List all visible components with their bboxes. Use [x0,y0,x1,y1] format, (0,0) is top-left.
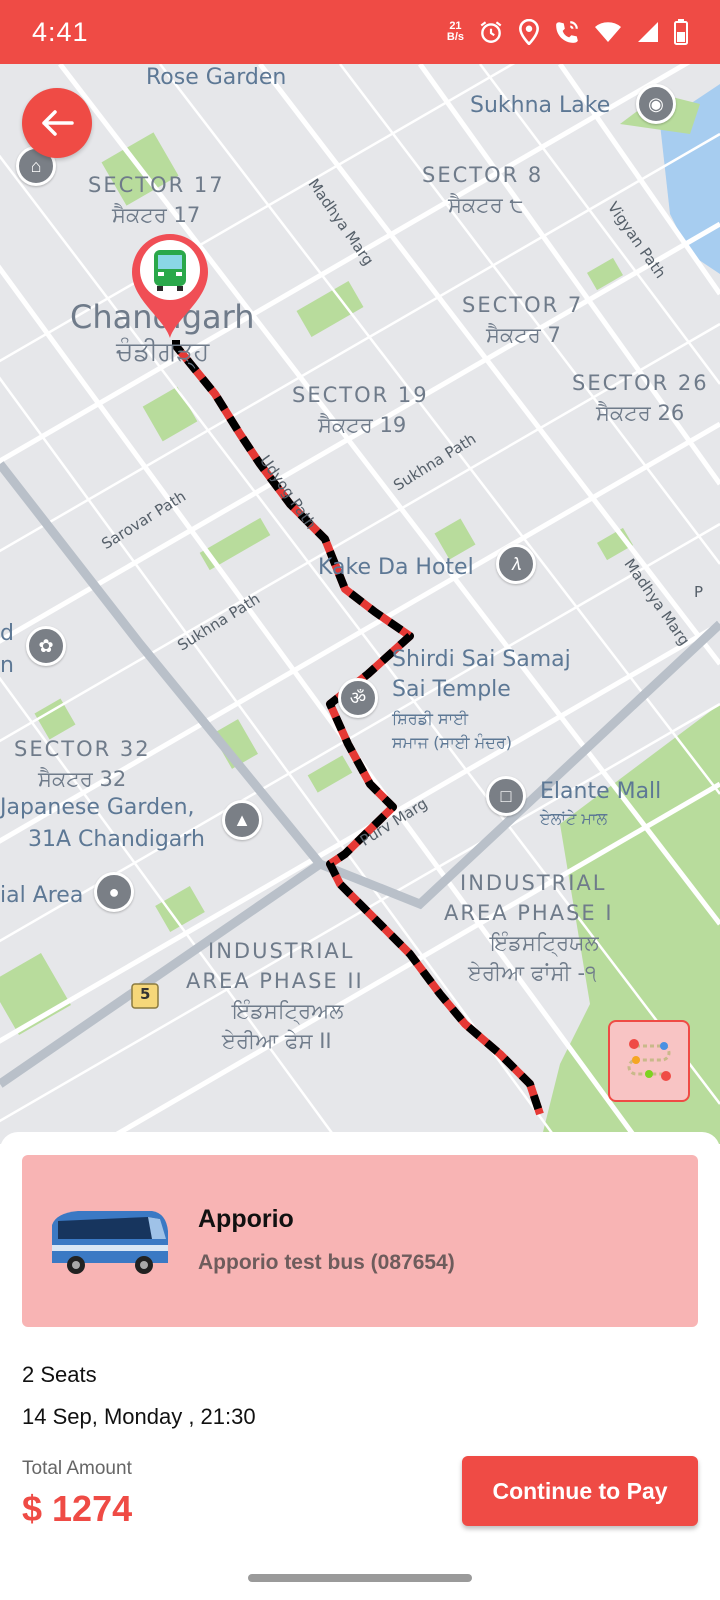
flower-icon: ✿ [26,626,66,666]
trip-datetime: 14 Sep, Monday , 21:30 [22,1404,256,1429]
alarm-icon [480,21,502,43]
map-label-d: d [0,621,14,646]
map-label-industrial-2-pa2: ਏਰੀਆ ਫੇਸ II [222,1029,332,1053]
bus-name: Apporio test bus (087654) [198,1251,455,1274]
net-speed: 21 B/s [447,21,464,43]
booking-summary-sheet: Apporio Apporio test bus (087654) 2 Seat… [0,1132,720,1554]
tree-icon: ▲ [222,800,262,840]
signal-icon [638,22,658,42]
home-indicator[interactable] [248,1574,472,1582]
restaurant-icon: 𝜆 [496,544,536,584]
arrow-left-icon [42,110,74,136]
map-label-sector-17-pa: ਸੈਕਟਰ 17 [112,203,201,227]
shopping-bag-icon: □ [486,776,526,816]
map-label-shirdi-sai-samaj: Shirdi Sai Samaj [392,647,571,672]
temple-icon: ॐ [338,678,378,718]
map-label-sector-19: SECTOR 19 [292,383,429,407]
wifi-icon [595,22,621,42]
battery-icon [674,19,688,45]
map-label-sai-temple: Sai Temple [392,677,511,702]
map-label-japanese-garden: Japanese Garden, [0,795,195,820]
map-label-samaj-pa: ਸਮਾਜ (ਸਾਈ ਮੰਦਰ) [392,733,512,752]
status-icons: 21 B/s [447,19,688,45]
operator-name: Apporio [198,1205,294,1233]
seat-count: 2 Seats [22,1362,97,1387]
net-speed-unit: B/s [446,31,464,43]
bus-location-pin [132,234,208,338]
map-label-elante-mall-pa: ਏਲਾਂਟੇ ਮਾਲ [540,809,608,828]
route-view-button[interactable] [608,1020,690,1102]
wifi-calling-icon [556,21,578,43]
map-label-sector-32: SECTOR 32 [14,737,151,761]
map-label-industrial-1: INDUSTRIAL [460,871,607,895]
map-label-sector-26-pa: ਸੈਕਟਰ 26 [596,401,685,425]
map-label-31a-chandigarh: 31A Chandigarh [28,827,205,852]
map-label-sector-7: SECTOR 7 [462,293,584,317]
map-label-sector-17: SECTOR 17 [88,173,225,197]
system-nav-bar [0,1554,720,1600]
bus-icon [154,250,186,291]
map-label-industrial-1-line2: AREA PHASE I [444,901,614,925]
map-label-n: n [0,653,14,678]
bus-info-card: Apporio Apporio test bus (087654) [22,1155,698,1327]
map-label-industrial-1-pa2: ਏਰੀਆ ਫਾਂਸੀ -੧ [468,961,597,985]
map-label-elante-mall: Elante Mall [540,779,662,804]
map-label-sector-7-pa: ਸੈਕਟਰ 7 [486,323,561,347]
map-label-industrial-2-pa1: ਇੰਡਸਟ੍ਰਿਅਲ [232,999,344,1023]
camera-icon: ◉ [636,84,676,124]
map-label-rose-garden: Rose Garden [146,65,287,90]
bus-image [52,1211,168,1274]
map-label-sector-26: SECTOR 26 [572,371,709,395]
map-label-industrial-2: INDUSTRIAL [208,939,355,963]
map-label-sector-19-pa: ਸੈਕਟਰ 19 [318,413,407,437]
map-label-sector-8: SECTOR 8 [422,163,544,187]
continue-to-pay-button[interactable]: Continue to Pay [462,1456,698,1526]
map-label-sector-8-pa: ਸੈਕਟਰ ੮ [448,193,524,217]
highway-shield-label: 5 [140,985,151,1003]
route-icon [627,1039,671,1081]
map-label-industrial-2-line2: AREA PHASE II [186,969,364,993]
total-amount-value: $ 1274 [22,1488,133,1529]
map-road-p: P [694,583,704,601]
map-label-kake-da-hotel: Kake Da Hotel [318,555,474,580]
location-icon [519,19,539,45]
map-label-shirdi-pa: ਸ਼ਿਰਡੀ ਸਾਈ [392,709,469,728]
total-amount-label: Total Amount [22,1458,132,1479]
back-button[interactable] [22,88,92,158]
map-label-sukhna-lake: Sukhna Lake [470,93,611,118]
place-icon: ● [94,872,134,912]
map-label-industrial-1-pa1: ਇੰਡਸਟ੍ਰਿਯਲ [490,931,599,955]
status-time: 4:41 [32,16,89,47]
map-label-city-pa: ਚੰਡੀਗੜ੍ਹ [116,337,210,367]
map-label-sector-32-pa: ਸੈਕਟਰ 32 [38,767,127,791]
map-view[interactable]: Rose Garden Sukhna Lake ◉ SECTOR 17 ਸੈਕਟ… [0,64,720,1144]
map-label-ial-area: ial Area [0,883,84,908]
status-bar: 4:41 21 B/s [0,0,720,64]
